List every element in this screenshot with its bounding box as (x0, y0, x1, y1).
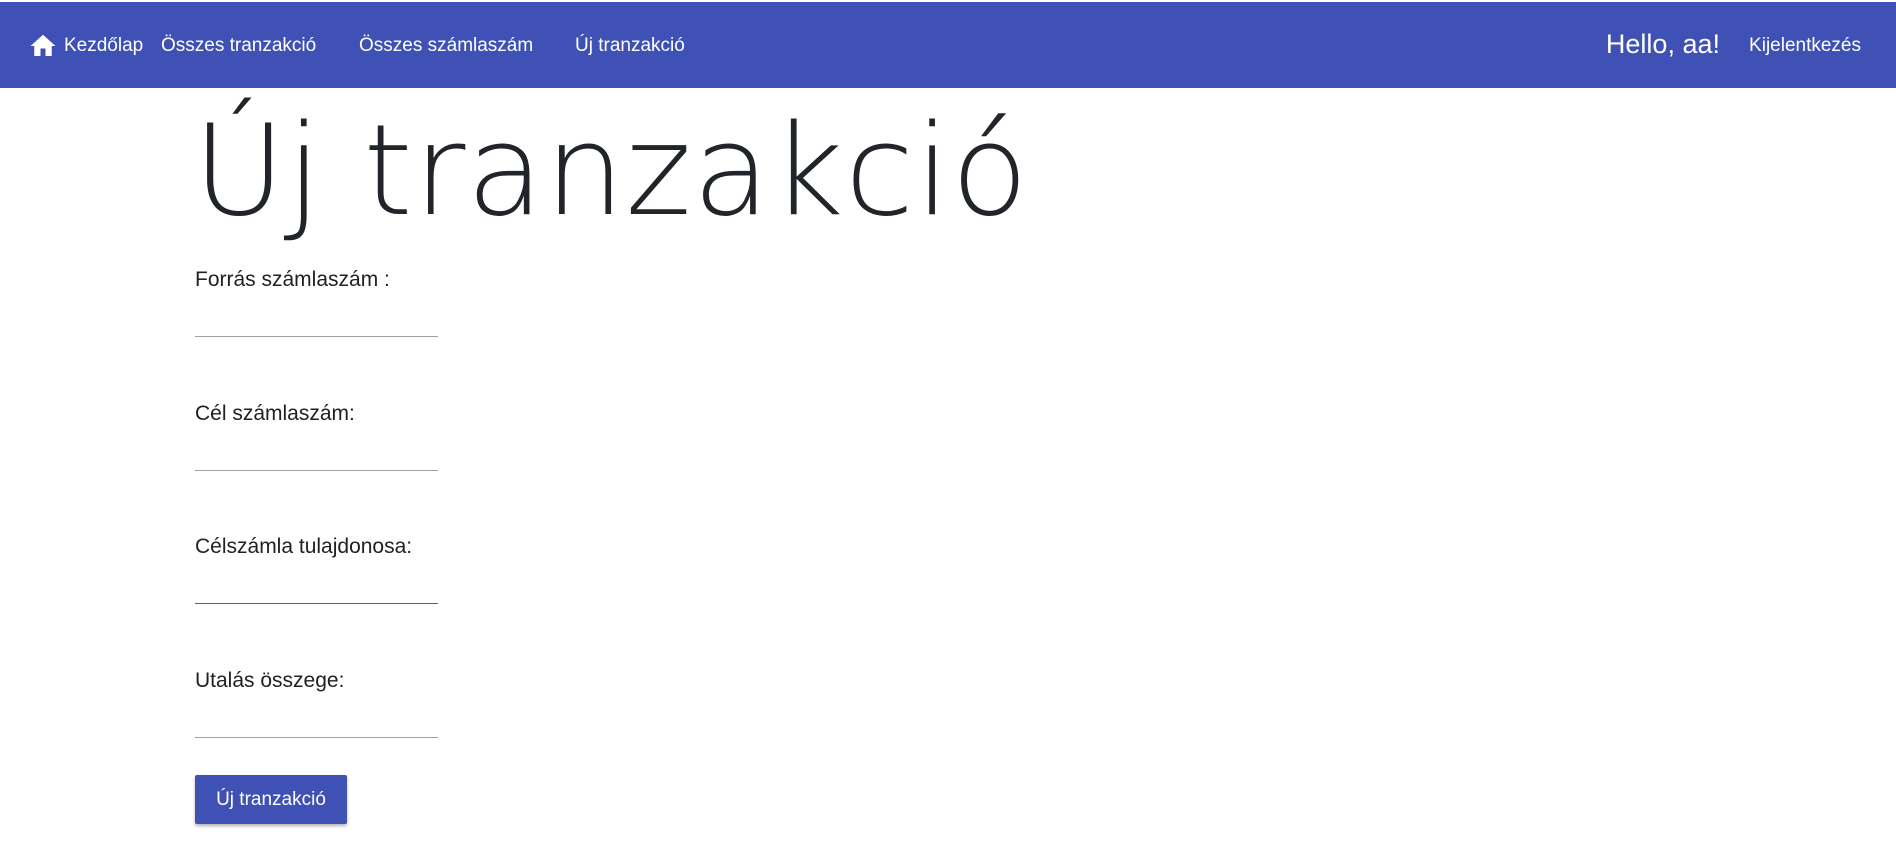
nav-home-label: Kezdőlap (64, 35, 144, 56)
amount-label: Utalás összege: (195, 669, 345, 692)
target-account-label: Cél számlaszám: (195, 402, 355, 425)
target-owner-input[interactable] (195, 574, 438, 604)
source-account-input[interactable] (195, 307, 438, 337)
form-field-target-owner: Célszámla tulajdonosa: (195, 534, 438, 604)
nav-link-all-transactions[interactable]: Összes tranzakció (161, 30, 316, 62)
nav-home-link[interactable]: Kezdőlap (28, 30, 143, 62)
logout-link[interactable]: Kijelentkezés (1749, 30, 1861, 62)
target-owner-label: Célszámla tulajdonosa: (195, 535, 413, 558)
amount-input[interactable] (195, 708, 438, 738)
user-greeting: Hello, aa! (1605, 29, 1720, 59)
form-field-source-account: Forrás számlaszám : (195, 267, 438, 337)
nav-link-all-accounts[interactable]: Összes számlaszám (359, 30, 533, 62)
page-title: Új tranzakció (193, 97, 1030, 244)
source-account-label: Forrás számlaszám : (195, 268, 390, 291)
form-field-target-account: Cél számlaszám: (195, 401, 438, 471)
nav-link-new-transaction[interactable]: Új tranzakció (575, 30, 685, 62)
home-icon (28, 31, 58, 61)
target-account-input[interactable] (195, 441, 438, 471)
top-navbar: Kezdőlap Összes tranzakció Összes számla… (0, 2, 1896, 88)
form-field-amount: Utalás összege: (195, 668, 438, 738)
new-transaction-submit-button[interactable]: Új tranzakció (195, 775, 347, 824)
